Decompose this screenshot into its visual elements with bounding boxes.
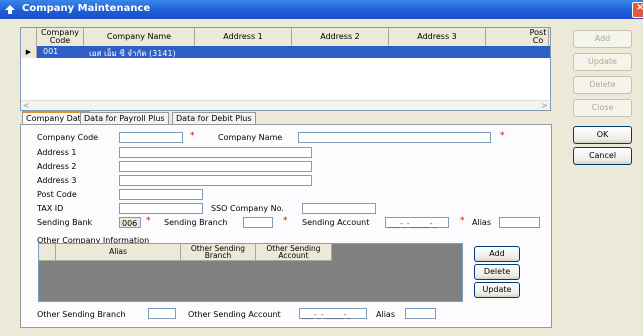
- sending-branch-input[interactable]: [243, 217, 273, 228]
- subgrid-corner: [39, 244, 56, 261]
- tax-id-input[interactable]: [119, 203, 203, 214]
- app-icon: [5, 5, 15, 14]
- grid-header: Company Code Company Name Address 1 Addr…: [21, 28, 550, 47]
- company-name-input[interactable]: [298, 132, 491, 143]
- other-branch-input[interactable]: [148, 308, 176, 319]
- address3-input[interactable]: [119, 175, 312, 186]
- required-mark: *: [146, 216, 151, 226]
- other-info-grid[interactable]: Alias Other Sending Branch Other Sending…: [38, 243, 463, 302]
- address2-input[interactable]: [119, 161, 312, 172]
- horizontal-scrollbar[interactable]: < >: [21, 100, 550, 110]
- company-name-label: Company Name: [218, 133, 283, 142]
- other-add-button[interactable]: Add: [474, 246, 520, 262]
- tax-id-label: TAX ID: [37, 204, 64, 213]
- sending-account-label: Sending Account: [302, 218, 370, 227]
- ok-button[interactable]: OK: [573, 126, 632, 144]
- scroll-right-icon[interactable]: >: [541, 101, 548, 110]
- company-grid[interactable]: Company Code Company Name Address 1 Addr…: [20, 27, 551, 111]
- table-row[interactable]: ▶ 001 เอส เอ็ม ซี จำกัด (3141): [21, 46, 550, 58]
- title-bar: Company Maintenance ×: [0, 0, 643, 19]
- other-alias-label: Alias: [376, 310, 395, 319]
- column-header-address-1[interactable]: Address 1: [195, 28, 292, 46]
- column-header-other-branch[interactable]: Other Sending Branch: [181, 244, 256, 261]
- column-header-post-code[interactable]: Post Co: [486, 28, 549, 46]
- cancel-button[interactable]: Cancel: [573, 147, 632, 165]
- other-branch-label: Other Sending Branch: [37, 310, 126, 319]
- close-window-button[interactable]: ×: [632, 2, 643, 18]
- sending-bank-label: Sending Bank: [37, 218, 93, 227]
- add-button[interactable]: Add: [573, 30, 632, 48]
- required-mark: *: [190, 131, 195, 141]
- other-alias-input[interactable]: [405, 308, 436, 319]
- column-header-alias[interactable]: Alias: [56, 244, 181, 261]
- close-button[interactable]: Close: [573, 99, 632, 117]
- tab-payroll-plus[interactable]: Data for Payroll Plus: [80, 112, 169, 124]
- tab-debit-plus[interactable]: Data for Debit Plus: [172, 112, 256, 124]
- address1-input[interactable]: [119, 147, 312, 158]
- required-mark: *: [283, 216, 288, 226]
- sso-company-no-input[interactable]: [302, 203, 376, 214]
- company-code-input[interactable]: [119, 132, 183, 143]
- delete-button[interactable]: Delete: [573, 76, 632, 94]
- required-mark: *: [500, 131, 505, 141]
- column-header-company-code[interactable]: Company Code: [37, 28, 84, 46]
- post-code-input[interactable]: [119, 189, 203, 200]
- other-account-input[interactable]: ___-_-_____-_: [299, 308, 367, 319]
- sending-branch-label: Sending Branch: [164, 218, 228, 227]
- close-icon: ×: [636, 2, 643, 13]
- sso-company-no-label: SSO Company No.: [211, 204, 284, 213]
- alias-input[interactable]: [499, 217, 540, 228]
- grid-corner: [21, 28, 37, 46]
- other-account-label: Other Sending Account: [188, 310, 281, 319]
- cell-company-code: 001: [43, 47, 59, 56]
- alias-label: Alias: [472, 218, 491, 227]
- company-code-label: Company Code: [37, 133, 99, 142]
- post-code-label: Post Code: [37, 190, 77, 199]
- update-button[interactable]: Update: [573, 53, 632, 71]
- sending-account-input[interactable]: ___-_-_____-_: [385, 217, 449, 228]
- column-header-company-name[interactable]: Company Name: [84, 28, 195, 46]
- cell-company-name: เอส เอ็ม ซี จำกัด (3141): [89, 49, 176, 58]
- column-header-address-2[interactable]: Address 2: [292, 28, 389, 46]
- scroll-left-icon[interactable]: <: [23, 101, 30, 110]
- row-indicator-icon: ▶: [21, 46, 37, 58]
- address3-label: Address 3: [37, 176, 77, 185]
- column-header-address-3[interactable]: Address 3: [389, 28, 486, 46]
- address1-label: Address 1: [37, 148, 77, 157]
- address2-label: Address 2: [37, 162, 77, 171]
- sending-bank-input[interactable]: 006: [119, 217, 141, 228]
- other-delete-button[interactable]: Delete: [474, 264, 520, 280]
- column-header-other-account[interactable]: Other Sending Account: [256, 244, 332, 261]
- window-title: Company Maintenance: [22, 3, 151, 14]
- required-mark: *: [460, 216, 465, 226]
- other-update-button[interactable]: Update: [474, 282, 520, 298]
